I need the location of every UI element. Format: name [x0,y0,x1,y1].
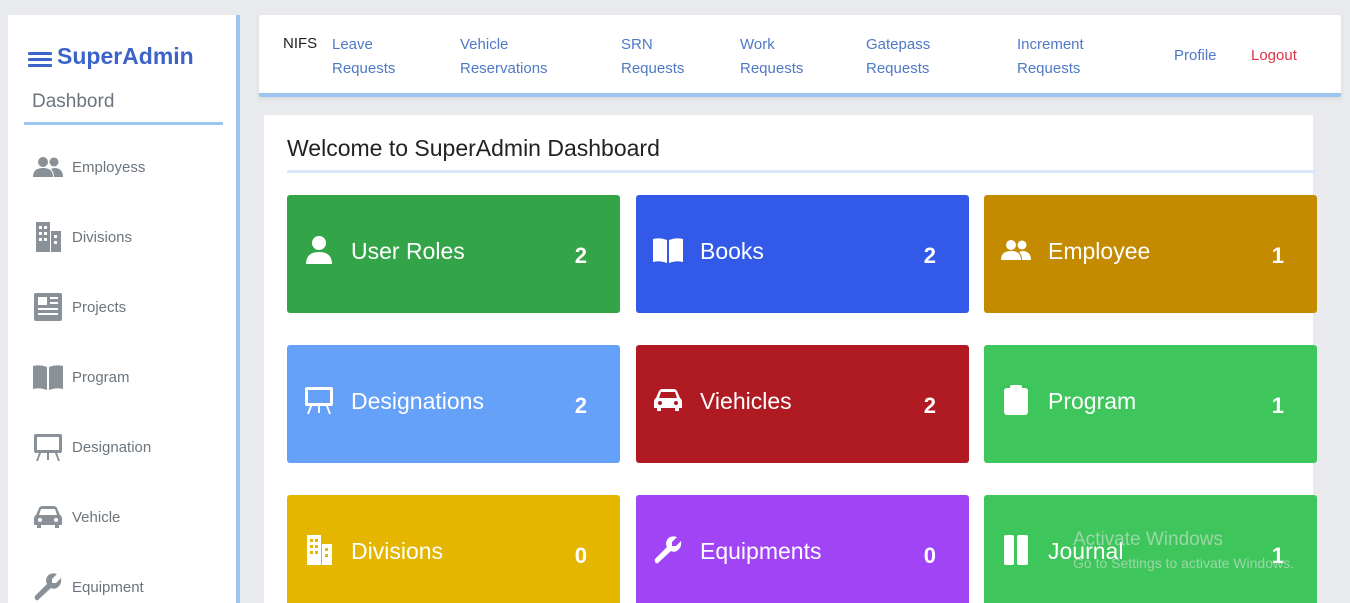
sidebar-item-employees[interactable]: Employess [33,152,145,182]
sidebar-item-projects[interactable]: Projects [33,292,126,322]
sidebar-item-label: Divisions [72,228,133,246]
sidebar-item-label: Projects [72,298,127,316]
building-icon [304,535,334,565]
nav-vehicle-reservations[interactable]: Vehicle Reservations [460,33,548,81]
nav-link-line1: Gatepass [866,36,931,53]
newspaper-icon [33,292,63,322]
clipboard-icon [1001,385,1031,415]
tile-label: Divisions [351,538,444,564]
brand-title: SuperAdmin [57,43,194,69]
easel-icon [304,385,334,415]
tile-count: 2 [923,393,936,418]
sidebar-item-equipment[interactable]: Equipment [33,572,144,602]
users-icon [1001,235,1031,265]
nav-link-line1: Work [740,36,775,53]
tile-label: Viehicles [700,388,792,414]
tile-label: Books [700,238,764,264]
nav-work-requests[interactable]: Work Requests [740,33,803,81]
tile-user-roles[interactable]: User Roles 2 [287,195,620,313]
easel-icon [33,432,63,462]
tile-label: User Roles [351,238,465,264]
tile-label: Designations [351,388,484,414]
tile-count: 1 [1271,393,1284,418]
sidebar-brand[interactable]: SuperAdmin [28,43,194,70]
nav-logout[interactable]: Logout [1251,44,1297,68]
sidebar-item-divisions[interactable]: Divisions [33,222,132,252]
car-icon [653,385,683,415]
building-icon [33,222,63,252]
tile-divisions[interactable]: Divisions 0 [287,495,620,603]
sidebar-item-program[interactable]: Program [33,362,130,392]
nav-link-line2: Requests [332,60,396,77]
nav-link-line1: Leave [332,36,373,53]
sidebar-item-label: Program [72,368,130,386]
nav-gatepass-requests[interactable]: Gatepass Requests [866,33,930,81]
sidebar-dashboard-link[interactable]: Dashbord [32,91,114,113]
nav-link-line2: Requests [866,60,930,77]
wrench-icon [653,535,683,565]
nav-link-line2: Requests [621,60,685,77]
sidebar-item-label: Designation [72,438,152,456]
dashboard-underline [24,122,223,125]
sidebar-item-label: Equipment [72,578,144,596]
tile-count: 0 [923,543,936,568]
tile-count: 2 [923,243,936,268]
nav-leave-requests[interactable]: Leave Requests [332,33,395,81]
hamburger-icon[interactable] [28,49,52,67]
title-underline [287,170,1317,173]
tile-label: Employee [1048,238,1151,264]
tile-label: Program [1048,388,1137,414]
nav-link-line2: Requests [1017,60,1081,77]
wrench-icon [33,572,63,602]
top-navbar: NIFS Leave Requests Vehicle Reservations… [259,15,1341,97]
tile-vehicles[interactable]: Viehicles 2 [636,345,969,463]
nav-link-line2: Reservations [460,60,548,77]
book-open-icon [653,235,683,265]
nav-link-line2: Requests [740,60,804,77]
tile-program[interactable]: Program 1 [984,345,1317,463]
windows-activation-watermark-title: Activate Windows [1073,529,1223,550]
journal-icon [1001,535,1031,565]
navbar-brand[interactable]: NIFS [283,35,317,52]
tile-count: 1 [1271,243,1284,268]
nav-link-line1: SRN [621,36,653,53]
nav-profile[interactable]: Profile [1174,44,1217,68]
tile-employee[interactable]: Employee 1 [984,195,1317,313]
nav-increment-requests[interactable]: Increment Requests [1017,33,1084,81]
nav-link-line1: Increment [1017,36,1084,53]
tile-count: 2 [574,243,587,268]
tile-designations[interactable]: Designations 2 [287,345,620,463]
tile-count: 0 [574,543,587,568]
car-icon [33,502,63,532]
tile-count: 2 [574,393,587,418]
nav-link-line1: Vehicle [460,36,509,53]
tile-equipments[interactable]: Equipments 0 [636,495,969,603]
user-icon [304,235,334,265]
page-title: Welcome to SuperAdmin Dashboard [287,135,660,161]
sidebar-item-vehicle[interactable]: Vehicle [33,502,120,532]
tile-books[interactable]: Books 2 [636,195,969,313]
sidebar-item-label: Vehicle [72,508,121,526]
sidebar-item-designation[interactable]: Designation [33,432,151,462]
users-icon [33,152,63,182]
book-icon [33,362,63,392]
tile-label: Equipments [700,538,822,564]
windows-activation-watermark-subtitle: Go to Settings to activate Windows. [1073,555,1294,571]
sidebar-item-label: Employess [72,158,146,176]
nav-srn-requests[interactable]: SRN Requests [621,33,684,81]
sidebar: SuperAdmin Dashbord Employess Divisions … [8,15,240,603]
